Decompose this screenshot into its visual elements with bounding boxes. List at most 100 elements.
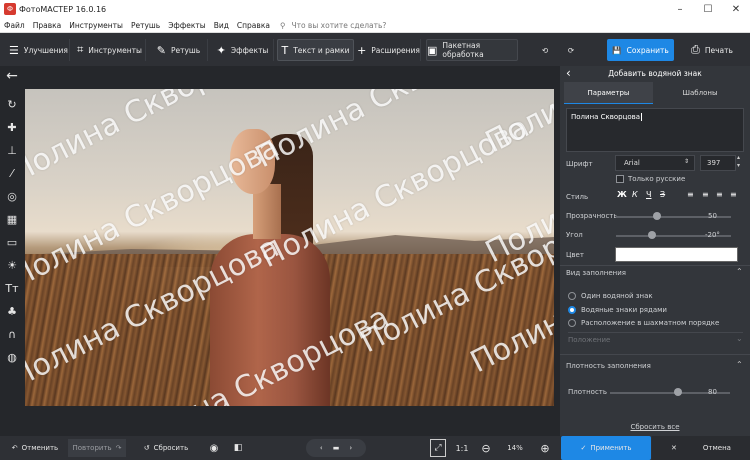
divider (560, 354, 750, 355)
density-chevron-icon[interactable]: ⌃ (736, 360, 743, 369)
watermark-icon[interactable]: ♣ (3, 303, 21, 321)
magnet-icon[interactable]: ∩ (3, 326, 21, 344)
photo-canvas[interactable]: Полина Скворцова Полина Скворцова Полина… (25, 89, 554, 406)
style-strike-button[interactable]: З (660, 190, 665, 199)
menu-edit[interactable]: Правка (33, 21, 62, 30)
style-underline-button[interactable]: Ч (646, 190, 651, 199)
align-center-icon[interactable]: ≡ (702, 190, 709, 199)
menu-view[interactable]: Вид (214, 21, 229, 30)
printer-icon: ⎙ (691, 43, 700, 56)
font-select[interactable]: Arial ⇕ (615, 155, 695, 171)
align-justify-icon[interactable]: ≡ (730, 190, 737, 199)
folder-icon[interactable]: ▬ (333, 444, 340, 452)
density-value: 80 (708, 388, 717, 396)
density-slider-knob[interactable] (674, 388, 682, 396)
font-size-input[interactable]: 397 (700, 155, 736, 171)
command-search[interactable]: Что вы хотите сделать? (291, 21, 386, 30)
history-back-icon[interactable]: ⟲ (534, 39, 556, 61)
tab-effects[interactable]: ✦ Эффекты (212, 39, 274, 61)
menu-effects[interactable]: Эффекты (168, 21, 206, 30)
opacity-value: 50 (708, 212, 717, 220)
undo-button[interactable]: ↶ Отменить (6, 439, 64, 457)
history-forward-icon[interactable]: ⟳ (560, 39, 582, 61)
opacity-slider-knob[interactable] (653, 212, 661, 220)
target-icon[interactable]: ◎ (3, 188, 21, 206)
eye-icon[interactable]: ◉ (205, 439, 223, 457)
density-section-title: Плотность заполнения (566, 362, 651, 370)
menu-tools[interactable]: Инструменты (69, 21, 123, 30)
print-button[interactable]: ⎙ Печать (680, 39, 744, 61)
brush-tool-icon[interactable]: ⁄ (3, 165, 21, 183)
reset-all-link[interactable]: Сбросить все (560, 423, 750, 431)
panel-title: Добавить водяной знак (608, 69, 702, 78)
image-navigation: ‹ ▬ › (306, 439, 366, 457)
zoom-level: 14% (507, 444, 523, 452)
actual-size-button[interactable]: 1:1 (452, 439, 472, 457)
color-swatch[interactable] (615, 247, 738, 262)
next-image-icon[interactable]: › (349, 444, 352, 452)
fill-option-rows: Водяные знаки рядами (581, 306, 667, 314)
only-russian-checkbox[interactable] (616, 175, 624, 183)
angle-slider-knob[interactable] (648, 231, 656, 239)
font-label: Шрифт (566, 160, 593, 168)
align-left-icon[interactable]: ≡ (687, 190, 694, 199)
tab-parameters[interactable]: Параметры (564, 82, 653, 104)
dropdown-arrow-icon: ⇕ (683, 158, 689, 165)
plus-icon: + (357, 43, 367, 57)
tab-retouch[interactable]: ✎ Ретушь (150, 39, 208, 61)
batch-icon: ▣ (427, 43, 438, 57)
minimize-button[interactable]: – (666, 0, 694, 18)
style-bold-button[interactable]: Ж (617, 190, 627, 199)
menu-file[interactable]: Файл (4, 21, 25, 30)
reset-icon: ↺ (143, 444, 150, 452)
globe-icon[interactable]: ◍ (3, 349, 21, 367)
zoom-out-icon[interactable]: ⊖ (478, 439, 494, 457)
magic-wand-icon: ✦ (216, 43, 226, 57)
fill-option-checkerboard: Расположение в шахматном порядке (581, 319, 720, 327)
search-icon: ⚲ (279, 20, 286, 30)
radio-checkerboard[interactable] (568, 319, 576, 327)
compare-icon[interactable]: ◧ (230, 439, 246, 457)
tab-text-frames[interactable]: T Текст и рамки (277, 39, 354, 61)
fit-screen-icon[interactable]: ⤢ (430, 439, 446, 457)
light-icon[interactable]: ☀ (3, 257, 21, 275)
zoom-in-icon[interactable]: ⊕ (537, 439, 553, 457)
bandage-icon[interactable]: ✚ (3, 119, 21, 137)
prev-image-icon[interactable]: ‹ (320, 444, 323, 452)
maximize-button[interactable]: ☐ (694, 0, 722, 18)
rotate-icon[interactable]: ↻ (3, 96, 21, 114)
gradient-icon[interactable]: ▦ (3, 211, 21, 229)
batch-processing-button[interactable]: ▣ Пакетная обработка (426, 39, 518, 61)
watermark-panel: ‹ Добавить водяной знак Параметры Шаблон… (560, 66, 750, 436)
sliders-icon: ☰ (9, 43, 19, 57)
close-icon: ✕ (671, 444, 677, 452)
color-label: Цвет (566, 251, 584, 259)
align-right-icon[interactable]: ≡ (716, 190, 723, 199)
close-window-button[interactable]: ✕ (722, 0, 750, 18)
check-icon: ✓ (580, 444, 587, 452)
style-italic-button[interactable]: К (632, 190, 638, 199)
position-chevron-icon[interactable]: ⌄ (736, 334, 743, 343)
radio-single-watermark[interactable] (568, 292, 576, 300)
tab-templates[interactable]: Шаблоны (654, 82, 746, 104)
menu-help[interactable]: Справка (237, 21, 270, 30)
save-button[interactable]: 💾 Сохранить (607, 39, 674, 61)
angle-value: -20° (705, 231, 720, 239)
menu-retouch[interactable]: Ретушь (131, 21, 160, 30)
apply-button[interactable]: ✓ Применить (561, 436, 651, 460)
reset-button[interactable]: ↺ Сбросить (140, 439, 192, 457)
vignette-icon[interactable]: ▭ (3, 234, 21, 252)
watermark-text-input[interactable]: Полина Скворцова (566, 108, 744, 152)
back-arrow-icon[interactable]: ← (3, 67, 21, 85)
collapse-chevron-icon[interactable]: ⌃ (736, 267, 743, 276)
radio-rows[interactable] (568, 306, 576, 314)
redo-button[interactable]: Повторить ↷ (68, 439, 126, 457)
tab-tools[interactable]: ⌗ Инструменты (74, 39, 146, 61)
font-size-stepper[interactable]: ▴ ▾ (737, 154, 740, 170)
tab-extensions[interactable]: + Расширения (357, 39, 421, 61)
tab-enhance[interactable]: ☰ Улучшения (8, 39, 70, 61)
text-tool-icon[interactable]: Tт (3, 280, 21, 298)
title-bar: Ф ФотоМАСТЕР 16.0.16 – ☐ ✕ (0, 0, 750, 18)
cancel-button[interactable]: ✕ Отмена (652, 436, 750, 460)
stamp-icon[interactable]: ⊥ (3, 142, 21, 160)
